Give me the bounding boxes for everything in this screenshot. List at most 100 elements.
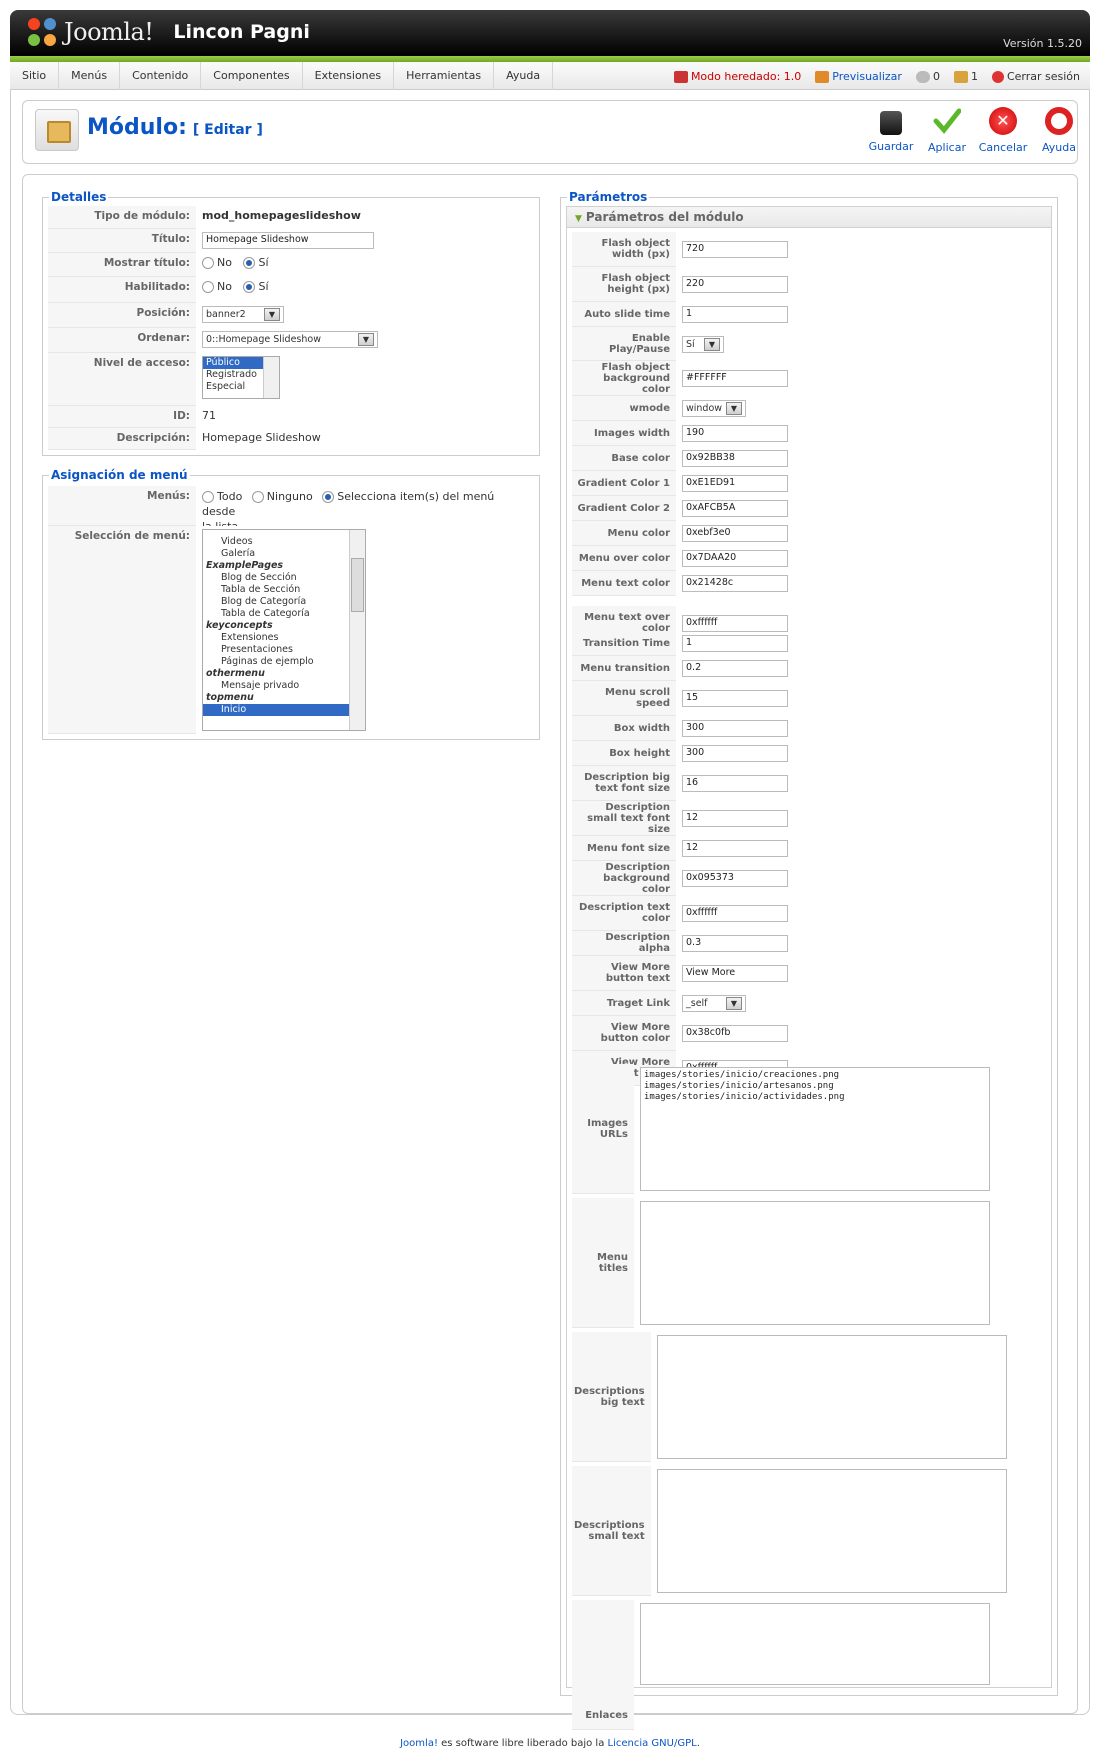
- menu-selection-scrollbar[interactable]: [349, 530, 365, 730]
- param-row: Flash object width (px) 720: [572, 232, 996, 267]
- menu-item-option[interactable]: Tabla de Sección: [203, 584, 365, 596]
- param-input[interactable]: 0x38c0fb: [682, 1025, 788, 1042]
- menu-componentes[interactable]: Componentes: [201, 61, 303, 90]
- menu-item-option[interactable]: Blog de Sección: [203, 572, 365, 584]
- menu-group-label[interactable]: keyconcepts: [203, 620, 365, 632]
- param-input[interactable]: 720: [682, 241, 788, 258]
- param-input[interactable]: 300: [682, 720, 788, 737]
- page-title-text: Módulo:: [87, 115, 187, 140]
- param-row: Menu titles: [572, 1198, 996, 1328]
- logout-link[interactable]: Cerrar sesión: [991, 70, 1080, 83]
- save-button[interactable]: Guardar: [863, 107, 919, 153]
- param-textarea[interactable]: [640, 1603, 990, 1685]
- param-select[interactable]: window ▼: [682, 400, 746, 417]
- title-row: Título: Homepage Slideshow: [48, 229, 534, 253]
- menu-item-option[interactable]: Inicio: [203, 704, 365, 716]
- param-input[interactable]: 16: [682, 775, 788, 792]
- enabled-yes-radio[interactable]: [243, 281, 256, 293]
- menu-group-label[interactable]: topmenu: [203, 692, 365, 704]
- param-input[interactable]: 12: [682, 840, 788, 857]
- preview-link[interactable]: Previsualizar: [815, 70, 902, 83]
- menu-contenido[interactable]: Contenido: [120, 61, 202, 90]
- param-row: Descriptions big text: [572, 1332, 1007, 1462]
- param-select[interactable]: _self ▼: [682, 995, 746, 1012]
- menu-selection-listbox[interactable]: Videos Galería ExamplePages Blog de Sección…: [202, 529, 366, 731]
- param-input[interactable]: 0.3: [682, 935, 788, 952]
- param-input[interactable]: 0.2: [682, 660, 788, 677]
- menu-item-option[interactable]: Páginas de ejemplo: [203, 656, 365, 668]
- param-input[interactable]: 0xAFCB5A: [682, 500, 788, 517]
- menu-extensiones[interactable]: Extensiones: [303, 61, 395, 90]
- menu-assignment-legend: Asignación de menú: [51, 468, 188, 482]
- param-row: Enable Play/Pause Sí ▼: [572, 327, 996, 361]
- module-type-value: mod_homepageslideshow: [202, 209, 361, 222]
- position-select[interactable]: banner2 ▼: [202, 306, 284, 323]
- joomla-logo: Joomla! Lincon Pagni: [26, 16, 310, 48]
- param-input[interactable]: 0xffffff: [682, 905, 788, 922]
- param-textarea[interactable]: [640, 1201, 990, 1325]
- param-input[interactable]: 0x7DAA20: [682, 550, 788, 567]
- param-input[interactable]: View More: [682, 965, 788, 982]
- menus-all-radio[interactable]: [202, 491, 214, 503]
- apply-button[interactable]: Aplicar: [919, 107, 975, 154]
- messages-link[interactable]: 0: [915, 70, 940, 83]
- show-title-no-radio[interactable]: [202, 257, 214, 269]
- license-link[interactable]: Licencia GNU/GPL: [608, 1738, 697, 1749]
- param-textarea[interactable]: [656, 1335, 1007, 1459]
- param-input[interactable]: 190: [682, 425, 788, 442]
- param-textarea[interactable]: [656, 1469, 1007, 1593]
- position-label: Posición:: [48, 303, 196, 328]
- menu-group-label[interactable]: ExamplePages: [203, 560, 365, 572]
- help-button[interactable]: Ayuda: [1031, 107, 1087, 154]
- param-label: Description small text font size: [572, 801, 676, 836]
- access-scrollbar[interactable]: [263, 357, 279, 398]
- menu-item-option[interactable]: Videos: [203, 536, 365, 548]
- menu-item-option[interactable]: Extensiones: [203, 632, 365, 644]
- menu-item-option[interactable]: Mensaje privado: [203, 680, 365, 692]
- menu-herramientas[interactable]: Herramientas: [394, 61, 495, 90]
- param-input[interactable]: 0xE1ED91: [682, 475, 788, 492]
- param-input[interactable]: 300: [682, 745, 788, 762]
- joomla-link[interactable]: Joomla!: [400, 1738, 438, 1749]
- enabled-no-radio[interactable]: [202, 281, 214, 293]
- menu-item-option[interactable]: Presentaciones: [203, 644, 365, 656]
- cancel-icon: ✕: [989, 107, 1017, 135]
- menu-item-option[interactable]: Tabla de Categoría: [203, 608, 365, 620]
- param-input[interactable]: #FFFFFF: [682, 370, 788, 387]
- menu-ayuda[interactable]: Ayuda: [494, 61, 554, 90]
- param-input[interactable]: 15: [682, 690, 788, 707]
- param-input[interactable]: 0x095373: [682, 870, 788, 887]
- status-bar: Modo heredado: 1.0 Previsualizar 0 1 Cer…: [673, 62, 1080, 90]
- cancel-button[interactable]: ✕ Cancelar: [975, 107, 1031, 154]
- param-input[interactable]: 0xebf3e0: [682, 525, 788, 542]
- enabled-yes-label: Sí: [258, 280, 269, 293]
- title-input[interactable]: Homepage Slideshow: [202, 232, 374, 249]
- param-input[interactable]: 0x92BB38: [682, 450, 788, 467]
- param-input[interactable]: 1: [682, 306, 788, 323]
- show-title-yes-radio[interactable]: [243, 257, 256, 269]
- param-label: Box width: [572, 716, 676, 741]
- menu-item-option[interactable]: Galería: [203, 548, 365, 560]
- param-input[interactable]: 0x21428c: [682, 575, 788, 592]
- access-listbox[interactable]: Público Registrado Especial: [202, 356, 280, 399]
- menu-group-label[interactable]: othermenu: [203, 668, 365, 680]
- param-select[interactable]: Sí ▼: [682, 335, 724, 353]
- menu-item-option[interactable]: Blog de Categoría: [203, 596, 365, 608]
- menu-menus[interactable]: Menús: [59, 61, 121, 90]
- header: Joomla! Lincon Pagni Versión 1.5.20: [10, 10, 1090, 56]
- param-label: Descriptions small text: [572, 1466, 651, 1596]
- param-input[interactable]: 12: [682, 810, 788, 827]
- menus-select-radio[interactable]: [322, 491, 335, 503]
- param-input[interactable]: 220: [682, 276, 788, 293]
- menus-none-radio[interactable]: [251, 491, 264, 503]
- module-params-panel-header[interactable]: ▼ Parámetros del módulo: [566, 206, 1052, 228]
- param-input[interactable]: 1: [682, 635, 788, 652]
- menu-sitio[interactable]: Sitio: [10, 61, 60, 90]
- param-select-value: window: [686, 403, 723, 414]
- param-label: Menu over color: [572, 546, 676, 571]
- param-textarea[interactable]: images/stories/inicio/creaciones.png ima…: [640, 1067, 990, 1191]
- param-label: Description text color: [572, 896, 676, 931]
- order-select[interactable]: 0::Homepage Slideshow ▼: [202, 331, 378, 348]
- users-link[interactable]: 1: [953, 70, 978, 83]
- param-input[interactable]: 0xffffff: [682, 615, 788, 632]
